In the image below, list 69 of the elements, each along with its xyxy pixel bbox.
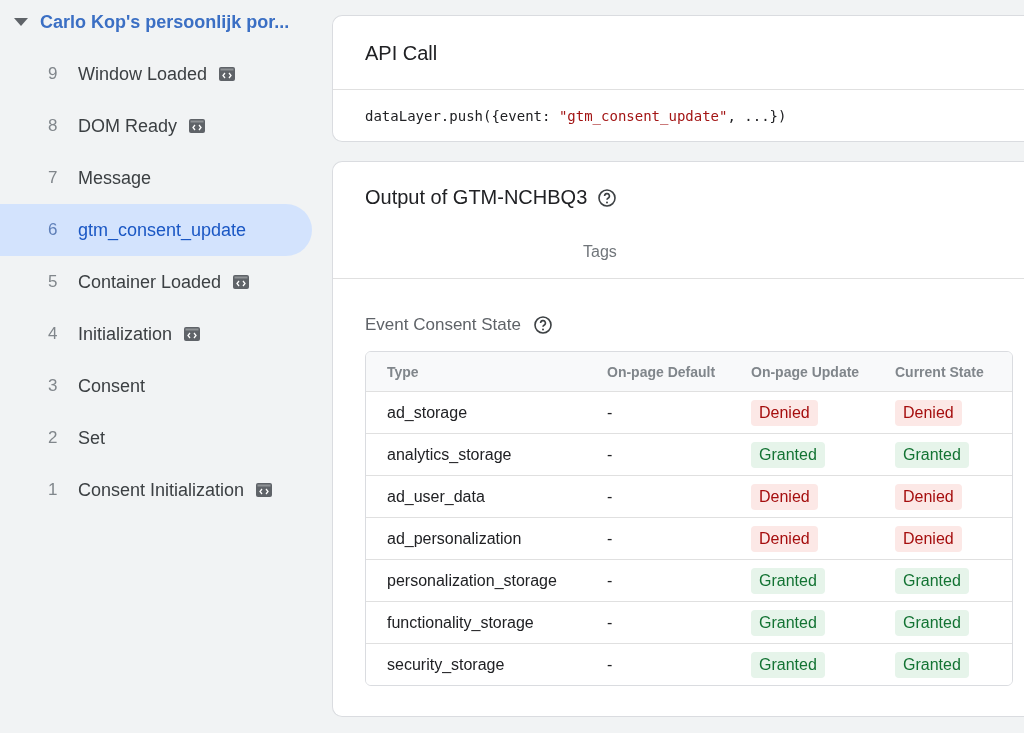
column-header: Type — [387, 363, 420, 380]
event-item[interactable]: 3 Consent — [0, 360, 312, 412]
status-badge: Denied — [895, 525, 962, 552]
status-badge: Granted — [895, 441, 969, 468]
table-cell-text: ad_storage — [387, 403, 469, 422]
event-label: Initialization — [78, 323, 173, 345]
status-badge: Granted — [895, 567, 969, 594]
status-badge: Denied — [751, 483, 818, 510]
status-badge: Denied — [751, 525, 818, 552]
event-label: Window Loaded — [78, 63, 208, 85]
column-header: On-page Update — [751, 363, 861, 380]
event-item[interactable]: 2 Set — [0, 412, 312, 464]
event-item[interactable]: 8 DOM Ready — [0, 100, 312, 152]
event-item[interactable]: 6 gtm_consent_update — [0, 204, 312, 256]
table-cell: - — [607, 487, 613, 506]
status-badge: Granted — [751, 609, 825, 636]
help-icon[interactable] — [532, 315, 553, 335]
event-label: Consent Initialization — [78, 479, 245, 501]
status-badge: Granted — [751, 651, 825, 678]
event-item[interactable]: 4 Initialization — [0, 308, 312, 360]
event-number: 7 — [48, 168, 59, 188]
event-number: 9 — [48, 64, 59, 84]
table-cell: - — [607, 655, 613, 674]
event-number: 8 — [48, 116, 59, 136]
container-item[interactable]: Carlo Kop's persoonlijk por... — [0, 6, 312, 38]
table-cell-text: security_storage — [387, 655, 506, 674]
code-line: dataLayer.push({event: "gtm_consent_update", ...}) — [364, 107, 788, 127]
event-item[interactable]: 5 Container Loaded — [0, 256, 312, 308]
event-number: 3 — [48, 376, 59, 396]
status-badge: Granted — [751, 441, 825, 468]
caret-icon[interactable] — [14, 18, 28, 26]
event-item[interactable]: 9 Window Loaded — [0, 48, 312, 100]
event-label: Consent — [78, 375, 146, 397]
event-label: Message — [78, 167, 152, 189]
table-cell-text: ad_user_data — [387, 487, 486, 506]
status-badge: Granted — [895, 609, 969, 636]
status-badge: Granted — [751, 567, 825, 594]
card-title: API Call — [364, 41, 439, 66]
event-number: 1 — [48, 480, 59, 500]
table-cell-text: functionality_storage — [387, 613, 535, 632]
card-title: Output of GTM-NCHBQ3 — [365, 186, 588, 209]
table-cell-text: personalization_storage — [387, 571, 558, 590]
event-label: DOM Ready — [78, 115, 178, 137]
event-number: 2 — [48, 428, 59, 448]
event-label: gtm_consent_update — [78, 219, 247, 241]
table-cell: - — [607, 403, 613, 422]
event-label: Container Loaded — [78, 271, 222, 293]
table-cell: - — [607, 529, 613, 548]
tab[interactable]: Tags — [573, 243, 627, 261]
table-cell: - — [607, 613, 613, 632]
event-number: 4 — [48, 324, 59, 344]
table-cell: - — [607, 571, 613, 590]
help-icon[interactable] — [597, 187, 618, 208]
status-badge: Denied — [751, 399, 818, 426]
column-header: On-page Default — [607, 363, 717, 380]
event-label: Set — [78, 427, 106, 449]
table-cell: - — [607, 445, 613, 464]
event-number: 5 — [48, 272, 59, 292]
section-title: Event Consent State — [365, 315, 521, 335]
event-number: 6 — [48, 220, 59, 240]
column-header: Current State — [895, 363, 985, 380]
status-badge: Granted — [895, 651, 969, 678]
table-cell-text: ad_personalization — [387, 529, 523, 548]
status-badge: Denied — [895, 483, 962, 510]
table-cell-text: analytics_storage — [387, 445, 513, 464]
status-badge: Denied — [895, 399, 962, 426]
container-name: Carlo Kop's persoonlijk por... — [40, 11, 290, 33]
event-item[interactable]: 7 Message — [0, 152, 312, 204]
event-item[interactable]: 1 Consent Initialization — [0, 464, 312, 516]
